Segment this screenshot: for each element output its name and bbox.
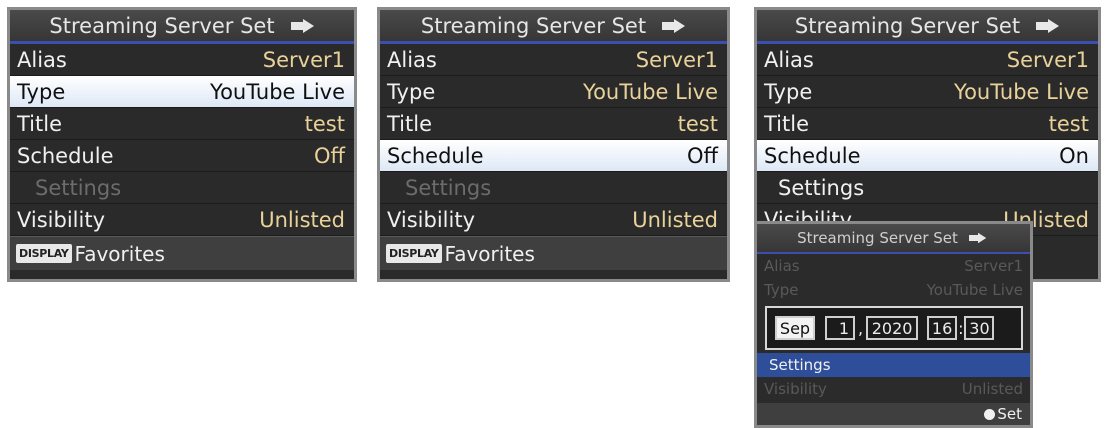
menu-item-visibility[interactable]: Visibility Unlisted xyxy=(10,204,354,236)
menu-header: Streaming Server Set xyxy=(10,10,354,44)
menu-item-type[interactable]: Type YouTube Live xyxy=(10,76,354,108)
dialog-item-settings[interactable]: Settings xyxy=(757,353,1030,377)
menu-item-visibility[interactable]: Visibility Unlisted xyxy=(380,204,727,236)
dialog-item-visibility: Visibility Unlisted xyxy=(757,377,1030,401)
item-value: YouTube Live xyxy=(583,79,718,104)
menu-item-title[interactable]: Title test xyxy=(10,108,354,140)
item-value: Unlisted xyxy=(632,207,718,232)
menu-title: Streaming Server Set xyxy=(794,13,1021,38)
set-button-icon xyxy=(984,408,996,420)
favorites-label: Favorites xyxy=(74,241,165,266)
item-label: Visibility xyxy=(387,207,476,232)
menu-panel-2: Streaming Server Set Alias Server1 Type Yo… xyxy=(377,7,730,282)
item-label: Settings xyxy=(778,175,865,200)
dialog-footer: Set xyxy=(757,403,1030,425)
menu-item-type[interactable]: Type YouTube Live xyxy=(757,76,1098,108)
item-label: Alias xyxy=(764,47,814,72)
item-label: Settings xyxy=(35,175,122,200)
item-label: Alias xyxy=(764,257,800,275)
item-label: Schedule xyxy=(17,143,114,168)
menu-item-settings[interactable]: Settings xyxy=(757,172,1098,204)
menu-footer: DISPLAY Favorites xyxy=(380,236,727,270)
back-arrow-icon[interactable] xyxy=(1036,18,1060,33)
menu-item-alias[interactable]: Alias Server1 xyxy=(10,44,354,76)
item-value: YouTube Live xyxy=(954,79,1089,104)
menu-title: Streaming Server Set xyxy=(420,13,647,38)
item-label: Title xyxy=(764,111,810,136)
item-value: Server1 xyxy=(635,47,718,72)
item-value: Server1 xyxy=(262,47,345,72)
menu-footer: DISPLAY Favorites xyxy=(10,236,354,270)
menu-item-type[interactable]: Type YouTube Live xyxy=(380,76,727,108)
item-label: Title xyxy=(387,111,433,136)
date-comma: , xyxy=(858,318,864,338)
item-label: Title xyxy=(17,111,63,136)
hour-field[interactable]: 16 xyxy=(927,316,958,340)
item-label: Type xyxy=(387,79,436,104)
menu-item-schedule[interactable]: Schedule On xyxy=(757,140,1098,172)
dialog-item-alias: Alias Server1 xyxy=(757,254,1030,278)
item-label: Alias xyxy=(387,47,437,72)
item-label: Settings xyxy=(405,175,492,200)
item-label: Type xyxy=(764,281,799,299)
menu-item-settings: Settings xyxy=(380,172,727,204)
back-arrow-icon[interactable] xyxy=(968,232,987,244)
menu-panel-1: Streaming Server Set Alias Server1 Type Yo… xyxy=(7,7,357,282)
set-label[interactable]: Set xyxy=(997,405,1022,423)
item-label: Visibility xyxy=(764,380,827,398)
item-value: Server1 xyxy=(964,257,1023,275)
menu-item-schedule[interactable]: Schedule Off xyxy=(380,140,727,172)
day-field[interactable]: 1 xyxy=(825,316,855,340)
display-button-badge[interactable]: DISPLAY xyxy=(386,244,442,263)
menu-header: Streaming Server Set xyxy=(380,10,727,44)
item-value: On xyxy=(1059,143,1089,168)
item-value: YouTube Live xyxy=(926,281,1023,299)
back-arrow-icon[interactable] xyxy=(662,18,686,33)
favorites-label: Favorites xyxy=(444,241,535,266)
menu-item-title[interactable]: Title test xyxy=(380,108,727,140)
item-value: Unlisted xyxy=(961,380,1023,398)
menu-item-alias[interactable]: Alias Server1 xyxy=(380,44,727,76)
dialog-item-type: Type YouTube Live xyxy=(757,278,1030,302)
item-label: Settings xyxy=(769,356,831,374)
back-arrow-icon[interactable] xyxy=(290,18,315,33)
item-label: Visibility xyxy=(17,207,106,232)
item-value: test xyxy=(677,111,718,136)
time-colon: : xyxy=(958,318,964,338)
year-field[interactable]: 2020 xyxy=(866,316,919,340)
dialog-header: Streaming Server Set xyxy=(757,224,1030,254)
item-value: Off xyxy=(687,143,718,168)
item-label: Alias xyxy=(17,47,67,72)
month-field[interactable]: Sep xyxy=(775,316,815,340)
date-time-picker: Sep 1 , 2020 16 : 30 xyxy=(765,306,1023,350)
menu-item-settings: Settings xyxy=(10,172,354,204)
item-label: Type xyxy=(17,79,66,104)
item-value: YouTube Live xyxy=(210,79,345,104)
menu-item-schedule[interactable]: Schedule Off xyxy=(10,140,354,172)
display-button-badge[interactable]: DISPLAY xyxy=(16,244,72,263)
menu-header: Streaming Server Set xyxy=(757,10,1098,44)
item-value: Server1 xyxy=(1006,47,1089,72)
item-label: Schedule xyxy=(764,143,861,168)
item-value: Off xyxy=(314,143,345,168)
item-label: Schedule xyxy=(387,143,484,168)
menu-item-title[interactable]: Title test xyxy=(757,108,1098,140)
item-label: Type xyxy=(764,79,813,104)
item-value: test xyxy=(1048,111,1089,136)
minute-field[interactable]: 30 xyxy=(964,316,995,340)
menu-item-alias[interactable]: Alias Server1 xyxy=(757,44,1098,76)
schedule-date-dialog: Streaming Server Set Alias Server1 Type Yo… xyxy=(754,221,1033,428)
menu-title: Streaming Server Set xyxy=(49,13,275,38)
dialog-title: Streaming Server Set xyxy=(797,229,958,247)
item-value: Unlisted xyxy=(259,207,345,232)
item-value: test xyxy=(304,111,345,136)
